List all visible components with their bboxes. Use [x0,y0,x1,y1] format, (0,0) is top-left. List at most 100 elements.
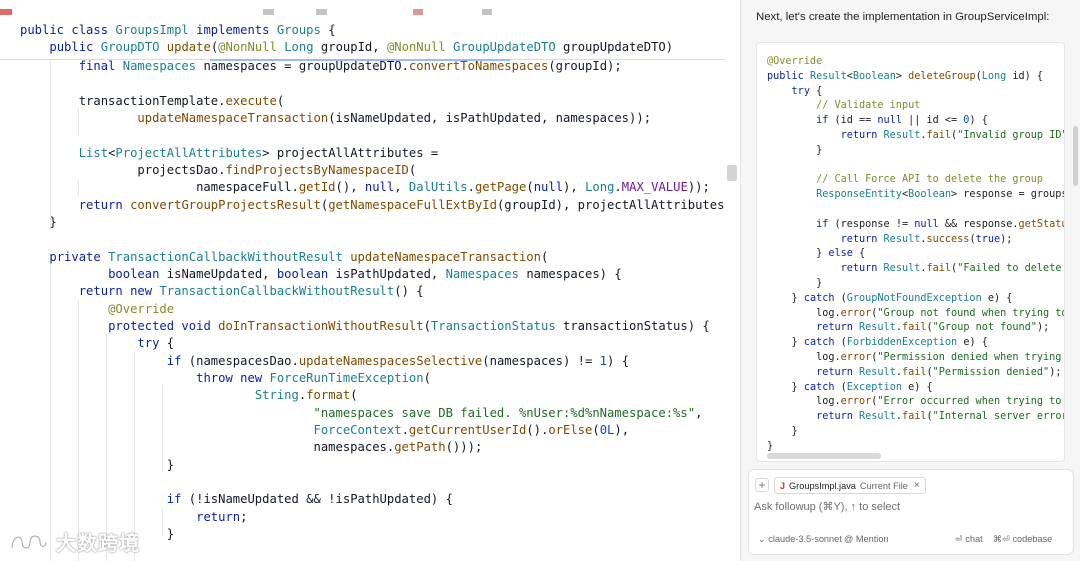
code-token: (response != [834,218,915,230]
snippet-line: } catch (GroupNotFoundException e) { [767,291,1013,306]
code-token: String [254,388,299,403]
tab-indicator [316,9,327,15]
code-token: && response. [944,218,1019,230]
code-token: e) { [987,292,1013,304]
code-token: @Override [767,56,823,67]
code-token: isNameUpdated, [166,266,277,281]
add-context-button[interactable]: + [755,478,769,492]
snippet-line: if (id == null || id <= 0) { [767,113,988,128]
code-token: } [767,440,774,452]
code-token: if [816,115,835,127]
code-token: protected void [108,318,219,333]
code-token: "Group not found when trying to delete" [877,307,1064,319]
code-token: ( [408,162,417,177]
code-token: Result [883,233,921,245]
snippet-line: log.error("Error occurred when trying to… [767,394,1064,409]
snippet-line: } [767,143,822,158]
sticky-code-line: public GroupDTO update(@NonNull Long gro… [20,39,673,56]
code-token: success [926,233,970,245]
code-token: isPathUpdated, [335,266,446,281]
code-token: ( [276,93,285,108]
editor-scrollbar[interactable] [726,60,740,561]
code-token: groupId, [320,40,387,55]
code-token: orElse [548,422,593,437]
code-token: log. [767,396,841,408]
code-token: (!isNameUpdated && !isPathUpdated) { [188,492,453,507]
code-line: String.format( [20,387,358,404]
code-editor[interactable]: final Namespaces namespaces = groupUpdat… [0,0,740,561]
code-block-scrollbar[interactable] [767,453,881,459]
sticky-scroll-header[interactable]: public class GroupsImpl implements Group… [0,20,726,60]
followup-input[interactable] [754,499,1064,515]
close-icon[interactable]: × [914,480,920,491]
code-token: return [816,322,860,334]
codebase-submit-button[interactable]: ⌘⏎ codebase [993,534,1052,545]
snippet-line: return Result.fail("Permission denied"); [767,365,1061,380]
code-line: } [20,457,174,474]
assistant-message: Next, let's create the implementation in… [756,11,1050,23]
model-selector[interactable]: ⌄ claude-3.5-sonnet [758,534,842,545]
code-token: @NonNull [386,40,453,55]
code-token: convertToNamespaces [408,59,549,73]
code-token: if [166,353,189,368]
code-token: > projectAllAttributes = [262,145,439,160]
code-token: fail [901,322,927,334]
snippet-line: // Call Force API to delete the group [767,172,1043,187]
code-token: private [49,249,109,264]
code-line: return new TransactionCallbackWithoutRes… [20,283,424,300]
code-token: return [840,130,884,141]
code-token: @NonNull [218,40,285,55]
chat-composer[interactable]: + J GroupsImpl.java Current File × ⌄ cla… [748,469,1074,555]
code-token: null [877,115,909,127]
code-token: return [816,366,860,378]
mention-button[interactable]: @ Mention [844,534,889,544]
code-line: private TransactionCallbackWithoutResult… [20,249,548,266]
code-token: . [467,180,475,195]
code-token: implements [196,23,277,37]
code-token: Long [981,70,1013,82]
snippet-line: // Validate input [767,98,920,113]
code-token: () { [394,284,424,299]
code-token: ProjectAllAttributes [115,145,263,160]
code-token: updateNamespaceTransaction [350,249,541,264]
code-token: ); [1049,366,1062,378]
ai-chat-panel[interactable]: Next, let's create the implementation in… [740,0,1080,561]
code-token: return [840,263,884,275]
chat-scrollbar[interactable] [1073,126,1078,186]
code-token: ResponseEntity [816,189,902,201]
snippet-line: } else { [767,246,865,261]
sticky-highlight [210,59,510,61]
code-token: catch [803,337,841,349]
code-token: public [49,40,101,55]
code-line: try { [20,335,174,352]
code-token: Boolean [852,70,896,82]
code-token: return [78,197,131,212]
code-token: 0L [599,422,615,437]
editor-scrollbar-thumb[interactable] [727,165,737,181]
code-token: getStatusCode [1018,218,1065,230]
java-file-icon: J [780,480,786,491]
code-token: transactionStatus) { [563,318,710,333]
file-context-chip[interactable]: J GroupsImpl.java Current File × [774,477,926,494]
watermark-text: 大数跨境 [56,530,140,555]
code-block[interactable]: @Override public Result<Boolean> deleteGr… [756,42,1065,462]
code-token: catch [803,381,841,393]
watermark: 大数跨境 [8,526,140,556]
code-token: , [394,180,409,195]
code-token: TransactionCallbackWithoutResult [108,249,351,264]
code-token: ), [563,180,586,195]
file-chip-sublabel: Current File [859,480,908,491]
code-token: convertGroupProjectsResult [130,197,321,212]
code-line: if (namespacesDao.updateNamespacesSelect… [20,353,629,370]
code-token: . [614,180,622,195]
code-token: } [767,426,798,437]
code-token: . [401,422,409,437]
chevron-down-icon: ⌄ [758,534,769,544]
chat-submit-button[interactable]: ⏎ chat [955,534,983,545]
code-token: (groupId), projectAllAttributes); [496,197,740,212]
code-token: namespaces) { [526,266,622,281]
